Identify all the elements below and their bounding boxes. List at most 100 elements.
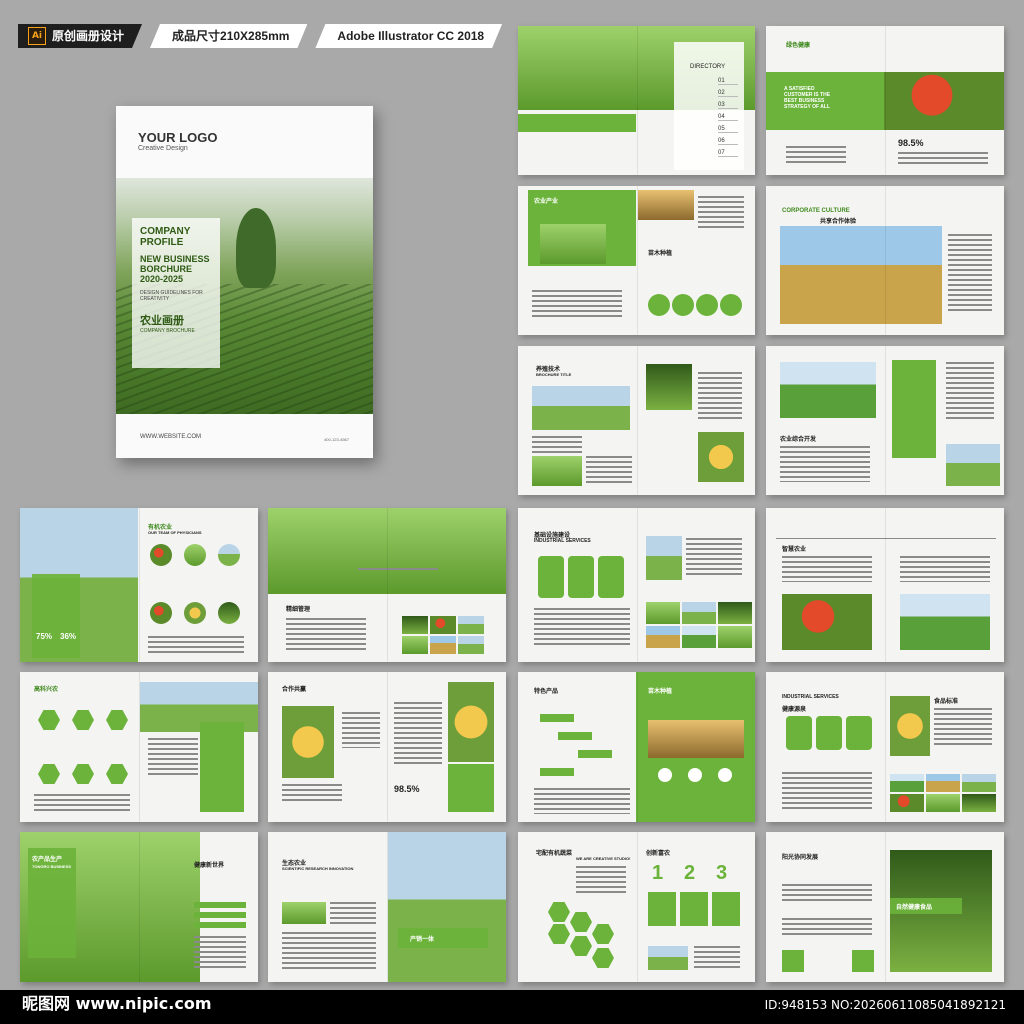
- s10-title: 智慧农业: [782, 547, 807, 553]
- cabbage-photo: [540, 224, 606, 264]
- thumb-photo: [890, 774, 924, 792]
- flow-step: [558, 732, 592, 740]
- sprayer-photo: [780, 362, 876, 418]
- text-lines: [148, 738, 198, 778]
- s15-sub: TONGRO BUSINESS: [32, 864, 72, 869]
- wheat-photo: [648, 720, 744, 758]
- harvester-photo: [780, 226, 942, 324]
- s6-title: 农业综合开发: [780, 437, 817, 443]
- hex-tile: [548, 902, 570, 922]
- step-card: [568, 556, 594, 598]
- s7-p2: 36%: [60, 632, 77, 641]
- text-lines: [698, 372, 742, 422]
- cover-tagline: DESIGN GUIDELINES FOR CREATIVITY: [140, 290, 203, 302]
- cover-cn-sub: COMPANY BROCHURE: [140, 328, 195, 334]
- text-lines: [900, 556, 990, 582]
- s7-green-panel: [32, 574, 80, 658]
- thumb-photo: [962, 774, 996, 792]
- s17-title: 宅配有机蔬菜: [536, 851, 573, 857]
- s12-title: 合作共赢: [282, 687, 307, 693]
- tractor-photo: [646, 536, 682, 580]
- thumb-photo: [926, 794, 960, 812]
- tractor-track: [358, 568, 438, 570]
- s2-quote: A SATISFIED CUSTOMER IS THE BEST BUSINES…: [784, 86, 831, 110]
- spread-green-health: 绿色健康 A SATISFIED CUSTOMER IS THE BEST BU…: [766, 26, 1004, 175]
- text-lines: [286, 618, 366, 652]
- thumb-photo: [402, 616, 428, 634]
- feature-circle: [720, 294, 742, 316]
- stat-box: [712, 892, 740, 926]
- s16-sub: SCIENTIFIC RESEARCH INNOVATION: [282, 866, 354, 871]
- cover-logo-sub: Creative Design: [138, 145, 188, 152]
- directory-item: 03: [718, 102, 738, 109]
- feature-circle: [688, 768, 702, 782]
- hex-tile: [570, 936, 592, 956]
- cabbage-photo: [282, 902, 326, 924]
- spread-creative-studio: 宅配有机蔬菜 WE ARE CREATIVE STUDIO! 创新富农 123: [518, 832, 755, 982]
- spread-eco-agri: 生态农业 SCIENTIFIC RESEARCH INNOVATION 产销一体: [268, 832, 506, 982]
- hex-icon: [72, 710, 94, 730]
- hex-tile: [548, 924, 570, 944]
- top-tag-bar: Ai 原创画册设计 成品尺寸210X285mm Adobe Illustrato…: [18, 24, 502, 48]
- cover-website: WWW.WEBSITE.COM: [140, 434, 201, 440]
- directory-item: 04: [718, 114, 738, 121]
- cover-contact: 400-123-4567: [324, 437, 349, 442]
- s8-title: 精细管理: [286, 607, 311, 613]
- s11-green-column: [200, 722, 244, 812]
- spread-smart-agri: 智慧农业: [766, 508, 1004, 662]
- s6-green-column: [892, 360, 936, 458]
- thumb-photo: [718, 602, 752, 624]
- step-card: [846, 716, 872, 750]
- hex-icon: [38, 710, 60, 730]
- s11-title: 高科兴农: [34, 687, 59, 693]
- cover-cn-title: 农业画册: [140, 315, 184, 327]
- s2-percent: 98.5%: [898, 138, 924, 148]
- directory-panel: DIRECTORY 01 02 03 04 05 06 07: [674, 42, 744, 170]
- thumb-photo: [458, 636, 484, 654]
- green-bar: [194, 912, 246, 918]
- cover-subtitle: NEW BUSINESS BORCHURE 2020-2025: [140, 254, 210, 284]
- feature-circle: [648, 294, 670, 316]
- stat-box: [680, 892, 708, 926]
- feature-circle: [718, 768, 732, 782]
- thumb-photo: [718, 626, 752, 648]
- s5-sub: BROCHURE TITLE: [536, 372, 572, 377]
- thumb-photo: [430, 636, 456, 654]
- thumb-photo: [682, 626, 716, 648]
- s16-tag: 产销一体: [410, 937, 435, 943]
- watermark-footer: 昵图网 www.nipic.com ID:948153 NO:202606110…: [0, 990, 1024, 1024]
- text-lines: [694, 946, 740, 970]
- thumb-photo: [402, 636, 428, 654]
- text-lines: [782, 918, 872, 938]
- orange-photo: [890, 696, 930, 756]
- hex-icon: [106, 710, 128, 730]
- step-card: [538, 556, 564, 598]
- directory-item: 02: [718, 90, 738, 97]
- s2-title: 绿色健康: [786, 43, 811, 49]
- text-lines: [786, 146, 846, 166]
- illustrator-icon: Ai: [28, 27, 46, 45]
- hex-tile: [592, 948, 614, 968]
- text-lines: [394, 702, 442, 766]
- text-lines: [534, 788, 630, 814]
- feature-circle: [672, 294, 694, 316]
- text-lines: [194, 936, 246, 970]
- text-lines: [342, 712, 380, 748]
- text-lines: [782, 884, 872, 904]
- s3-title: 农业产业: [534, 199, 559, 205]
- text-lines: [780, 446, 870, 482]
- hex-icon: [106, 764, 128, 784]
- spread-directory: DIRECTORY 01 02 03 04 05 06 07: [518, 26, 755, 175]
- feature-circle: [658, 768, 672, 782]
- spread-agri-industry: 农业产业 苗木种植: [518, 186, 755, 335]
- hex-tile: [592, 924, 614, 944]
- directory-item: 01: [718, 78, 738, 85]
- directory-item: 06: [718, 138, 738, 145]
- corn-photo: [282, 706, 334, 778]
- s12-green-box: [448, 764, 494, 812]
- produce-circle: [184, 544, 206, 566]
- strawberry-photo: [884, 72, 1004, 130]
- tree-shape: [236, 208, 276, 288]
- spread-farming-tech: 养殖技术 BROCHURE TITLE: [518, 346, 755, 495]
- size-tag: 成品尺寸210X285mm: [150, 24, 307, 48]
